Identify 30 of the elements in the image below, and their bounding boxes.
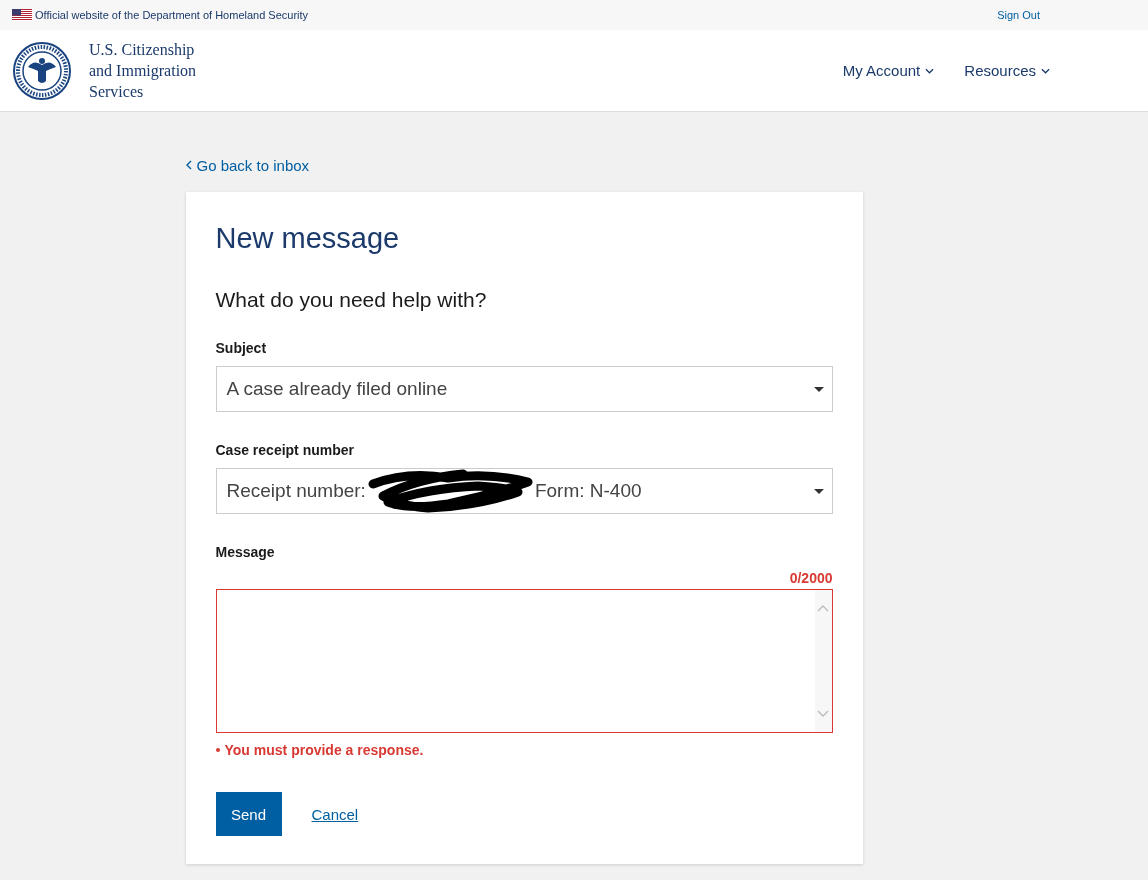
field-label: Case receipt number	[215, 442, 355, 458]
agency-name: U.S. Citizenship	[89, 40, 196, 60]
receipt-select[interactable]: Receipt number: Form: N-400	[215, 468, 833, 514]
field-label: Message	[215, 544, 276, 560]
seal-icon	[12, 40, 72, 101]
send-button[interactable]: Send	[215, 792, 282, 836]
message-textarea[interactable]	[215, 589, 833, 733]
chevron-left-icon	[185, 160, 192, 170]
caret-icon	[813, 488, 824, 494]
chevron-down-icon	[925, 67, 935, 74]
back-link[interactable]: Go back to inbox	[185, 156, 310, 174]
error-message: You must provide a response.	[224, 742, 424, 758]
chevron-down-icon[interactable]	[817, 710, 829, 718]
subject-select[interactable]: A case already filed online	[215, 366, 833, 412]
agency-name: Services	[89, 82, 145, 102]
official-site-text: Official website of the Department of Homeland Security	[35, 9, 309, 21]
caret-icon	[813, 386, 824, 392]
chevron-up-icon[interactable]	[817, 604, 829, 612]
nav-menu[interactable]: Resources	[964, 62, 1050, 79]
cancel-link[interactable]: Cancel	[311, 805, 359, 823]
character-counter: 0/2000	[788, 570, 833, 586]
chevron-down-icon	[1041, 67, 1050, 74]
field-label: Subject	[215, 340, 268, 356]
agency-name: and Immigration	[89, 61, 197, 81]
form-question: What do you need help with?	[215, 288, 488, 312]
page-title: New message	[215, 222, 401, 255]
flag-icon	[12, 9, 32, 21]
sign-out-link[interactable]: Sign Out	[997, 9, 1040, 21]
nav-menu[interactable]: My Account	[842, 62, 935, 79]
bullet-icon	[215, 748, 220, 752]
